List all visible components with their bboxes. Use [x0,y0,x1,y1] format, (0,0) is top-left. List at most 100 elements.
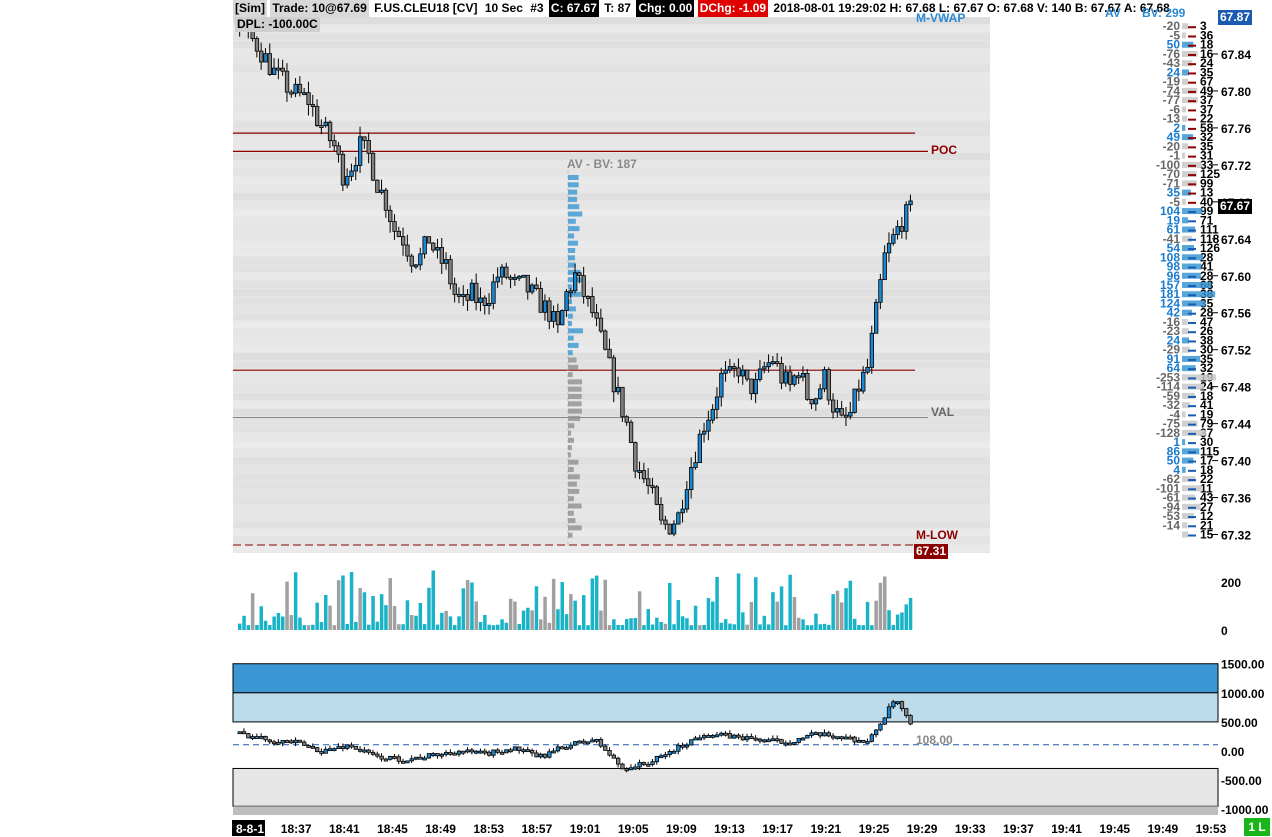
time-tick-label: 19:17 [762,822,793,836]
candle [697,433,702,464]
osc-candle [719,732,724,736]
profile-bar [568,211,583,217]
volume-bar [736,573,741,630]
vap-stripe [233,25,990,32]
osc-candle [530,749,535,754]
volume-bar [470,582,474,630]
price-tick-label: 67.76 [1221,122,1251,136]
osc-candle [525,749,530,753]
volume-bar [556,609,560,630]
volume-bar [401,624,405,630]
osc-candle [878,723,883,731]
candle [306,92,311,105]
volume-bar [758,624,762,630]
volume-bar [444,610,448,630]
osc-candle [637,762,642,768]
profile-bar [568,525,582,531]
candle [676,512,681,525]
candle [891,234,896,244]
vap-stripe [233,17,990,24]
profile-bar [568,306,576,312]
candle [762,366,767,370]
vap-stripe [233,97,990,104]
volume-bar [711,601,715,630]
candle [443,259,449,264]
osc-candle [327,748,333,752]
candle [843,414,849,418]
candle [362,136,367,141]
candle [710,408,715,421]
candle [521,274,526,278]
osc-candle [831,735,836,739]
interval-label: 10 Sec [484,1,523,15]
osc-candle [611,754,616,759]
candle [327,121,333,142]
volume-tick-label: 200 [1221,576,1241,590]
osc-candle [396,756,402,762]
osc-candle [495,749,500,753]
volume-bar [435,624,440,630]
osc-candle [443,752,449,755]
candle [551,311,556,322]
candle [302,92,307,96]
candle [547,300,552,322]
volume-bar [354,621,358,630]
current-price-tag: 67.67 [1218,199,1253,214]
candle [336,145,341,155]
osc-candle [822,732,827,737]
volume-bar [315,602,319,630]
volume-bar [586,625,590,630]
candle [564,291,569,311]
vap-stripe [233,337,990,344]
osc-candle [560,746,565,750]
volume-bar [676,599,681,630]
osc-candle [646,763,651,767]
osc-candle [336,746,341,749]
volume-bar [465,580,470,630]
vap-stripe [233,385,990,392]
osc-candle [237,731,242,735]
vap-stripe [233,425,990,432]
time-tick-label: 19:33 [955,822,986,836]
candle [650,485,655,489]
candle [517,275,522,279]
position-button[interactable]: 1 L [1244,818,1270,836]
candle [624,416,629,423]
osc-candle [908,715,913,725]
osc-candle [800,737,806,741]
volume-bar [560,582,564,630]
candle [874,301,879,334]
profile-bar [568,415,581,421]
candle [706,419,711,432]
osc-candle [654,755,659,763]
volume-bar [285,581,289,630]
osc-candle [345,744,350,749]
osc-candle [491,749,496,756]
chart-canvas[interactable]: 67.8467.8067.7667.7267.6867.6467.6067.56… [0,0,1272,837]
vap-stripe [233,233,990,240]
osc-candle [469,749,475,753]
candle [667,523,672,535]
osc-candle [332,748,337,751]
candle [654,486,659,505]
vap-stripe [233,129,990,136]
profile-bar [568,335,574,341]
vap-stripe [233,249,990,256]
osc-candle [499,751,505,755]
candle [323,121,328,127]
osc-candle [551,750,556,754]
candle [267,53,273,75]
osc-candle [620,763,625,770]
osc-tick-label: 1500.00 [1221,658,1265,672]
time-tick-label: 18:49 [425,822,456,836]
time-tick-label: 19:37 [1003,822,1034,836]
volume-bar [835,590,840,630]
osc-candle [461,750,466,754]
candle [895,226,900,236]
candle [732,366,737,369]
av-bv-label: AV - BV: 187 [567,157,637,171]
vap-stripe [233,121,990,128]
osc-candle [370,751,376,755]
osc-candle [624,768,629,772]
volume-bar [908,597,913,630]
